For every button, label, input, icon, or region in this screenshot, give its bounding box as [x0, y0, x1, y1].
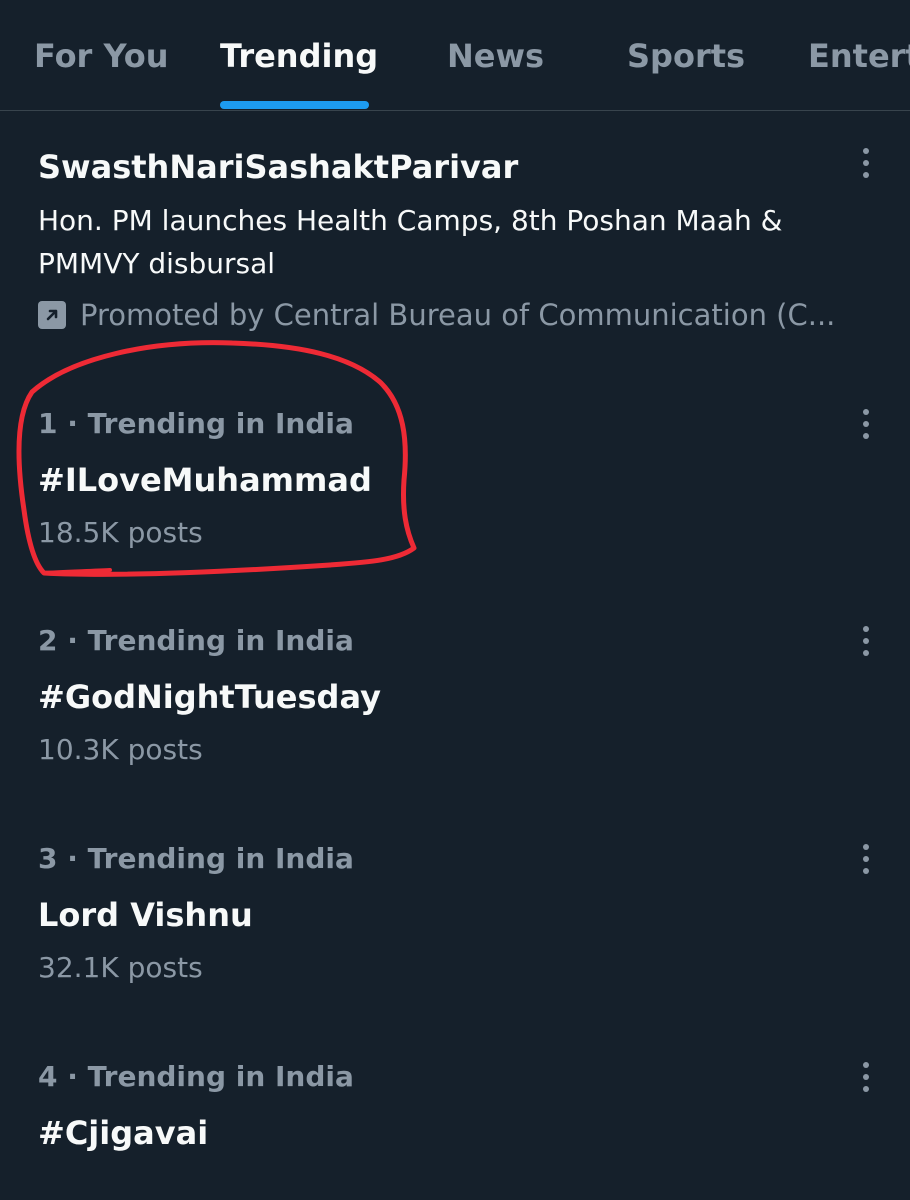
tab-entertainment[interactable]: Entert — [808, 36, 910, 76]
trend-post-count: 32.1K posts — [38, 951, 203, 984]
tab-trending[interactable]: Trending — [220, 36, 378, 76]
trend-post-count: 18.5K posts — [38, 516, 203, 549]
trend-name: #GodNightTuesday — [38, 678, 381, 716]
more-options-icon[interactable] — [856, 1057, 876, 1097]
more-options-icon[interactable] — [856, 839, 876, 879]
tab-bar: For You Trending News Sports Entert — [0, 0, 910, 111]
tab-for-you[interactable]: For You — [34, 36, 168, 76]
more-options-icon[interactable] — [856, 621, 876, 661]
trend-name: #Cjigavai — [38, 1114, 209, 1152]
active-tab-indicator — [220, 101, 369, 109]
promoted-by-text: Promoted by Central Bureau of Communicat… — [80, 298, 836, 332]
promoted-trend-title: SwasthNariSashaktParivar — [38, 148, 519, 186]
tab-news[interactable]: News — [447, 36, 544, 76]
more-options-icon[interactable] — [856, 143, 876, 183]
more-options-icon[interactable] — [856, 404, 876, 444]
promoted-by-line: Promoted by Central Bureau of Communicat… — [38, 294, 868, 336]
promoted-trend-description: Hon. PM launches Health Camps, 8th Posha… — [38, 204, 783, 280]
trend-context: 2 · Trending in India — [38, 624, 354, 657]
trend-context: 4 · Trending in India — [38, 1060, 354, 1093]
tab-sports[interactable]: Sports — [627, 36, 745, 76]
trend-context: 3 · Trending in India — [38, 842, 354, 875]
trend-context: 1 · Trending in India — [38, 407, 354, 440]
trend-name: #ILoveMuhammad — [38, 461, 372, 499]
trend-post-count: 10.3K posts — [38, 733, 203, 766]
promoted-arrow-icon — [38, 301, 66, 329]
trend-name: Lord Vishnu — [38, 896, 253, 934]
